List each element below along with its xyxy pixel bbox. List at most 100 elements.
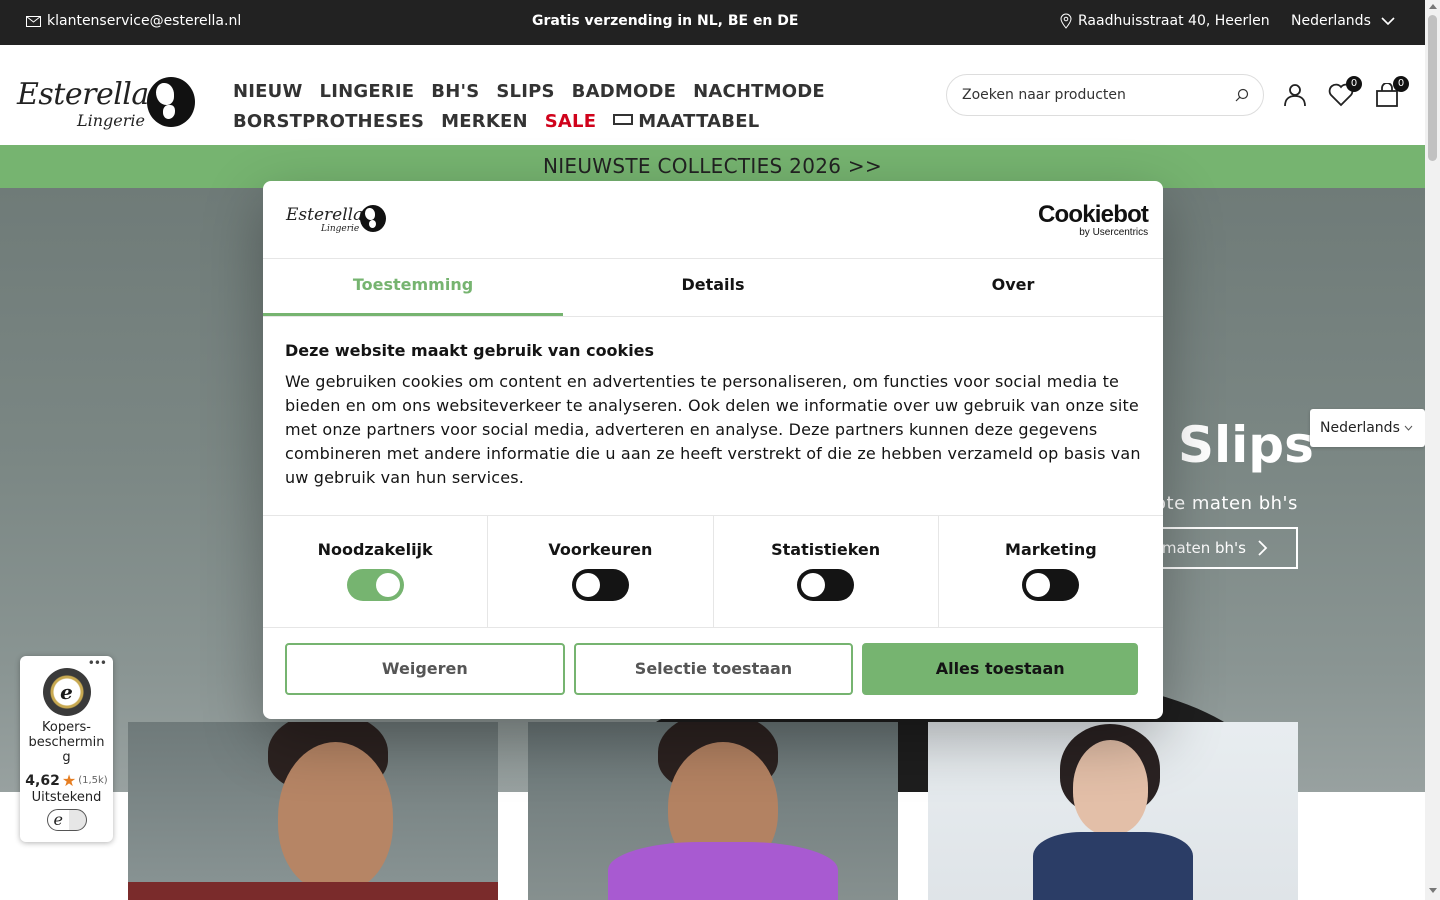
toggle-statistieken[interactable] xyxy=(797,569,855,601)
tab-details[interactable]: Details xyxy=(563,259,863,316)
dialog-brand-logo: Esterella Lingerie xyxy=(286,205,396,235)
scroll-up-arrow-icon[interactable] xyxy=(1429,4,1437,9)
product-tile-1[interactable] xyxy=(128,722,498,900)
nav-item-merken[interactable]: MERKEN xyxy=(441,111,528,132)
main-nav: NIEUW LINGERIE BH'S SLIPS BADMODE NACHTM… xyxy=(233,76,825,136)
model-face xyxy=(1073,740,1148,835)
dialog-header: Esterella Lingerie Cookiebot by Usercent… xyxy=(263,181,1163,259)
language-selector[interactable]: Nederlands xyxy=(1291,13,1395,29)
product-tile-3[interactable] xyxy=(928,722,1298,900)
product-tile-2[interactable] xyxy=(528,722,898,900)
scrollbar-thumb[interactable] xyxy=(1428,15,1437,161)
page-scrollbar[interactable] xyxy=(1425,0,1440,900)
category-voorkeuren: Voorkeuren xyxy=(488,516,714,627)
trusted-shops-badge[interactable]: ••• e Kopers- beschermin g 4,62 ★ (1,5k)… xyxy=(20,656,113,842)
search-box xyxy=(946,74,1264,116)
dialog-heading: Deze website maakt gebruik van cookies xyxy=(285,341,655,360)
nav-item-badmode[interactable]: BADMODE xyxy=(572,81,676,102)
toggle-noodzakelijk[interactable] xyxy=(346,569,404,601)
garment-strap xyxy=(128,882,498,900)
more-options-icon[interactable]: ••• xyxy=(88,656,107,670)
pill-letter: e xyxy=(53,810,63,829)
garment-purple xyxy=(608,842,838,900)
toggle-knob xyxy=(801,573,826,597)
tab-over[interactable]: Over xyxy=(863,259,1163,316)
address-text: Raadhuisstraat 40, Heerlen xyxy=(1078,13,1270,29)
category-marketing: Marketing xyxy=(939,516,1163,627)
nav-item-maattabel[interactable]: MAATTABEL xyxy=(613,111,759,132)
nav-item-nachtmode[interactable]: NACHTMODE xyxy=(693,81,825,102)
mail-icon xyxy=(26,15,41,27)
dialog-description: We gebruiken cookies om content en adver… xyxy=(285,372,1141,487)
chevron-down-icon xyxy=(1404,425,1413,431)
nav-item-sale[interactable]: SALE xyxy=(545,111,596,132)
account-button[interactable] xyxy=(1283,83,1309,109)
cookie-consent-dialog: Esterella Lingerie Cookiebot by Usercent… xyxy=(263,181,1163,719)
hero-cta-button[interactable]: e maten bh's xyxy=(1140,527,1298,569)
ruler-icon xyxy=(613,114,634,125)
site-logo[interactable]: Esterella Lingerie xyxy=(17,77,197,133)
toggle-marketing[interactable] xyxy=(1022,569,1080,601)
wishlist-button[interactable]: 0 xyxy=(1328,76,1362,109)
email-link[interactable]: klantenservice@esterella.nl xyxy=(26,13,241,29)
hero-subtitle: ote maten bh's xyxy=(1155,493,1298,514)
site-header: Esterella Lingerie NIEUW LINGERIE BH'S S… xyxy=(0,45,1425,145)
nav-item-borstprotheses[interactable]: BORSTPROTHESES xyxy=(233,111,424,132)
nav-item-slips[interactable]: SLIPS xyxy=(496,81,554,102)
buyer-protection-label-3: g xyxy=(62,750,71,765)
tab-toestemming[interactable]: Toestemming xyxy=(263,259,563,316)
seal-letter: e xyxy=(60,680,73,704)
garment-navy xyxy=(1033,832,1193,900)
reject-button[interactable]: Weigeren xyxy=(285,643,565,695)
logo-word: Esterella xyxy=(17,77,149,112)
category-label: Voorkeuren xyxy=(548,540,653,559)
trusted-shops-seal-icon: e xyxy=(42,668,91,716)
nav-item-bhs[interactable]: BH'S xyxy=(431,81,479,102)
allow-all-button[interactable]: Alles toestaan xyxy=(862,643,1139,695)
dialog-body: Deze website maakt gebruik van cookies W… xyxy=(263,317,1163,515)
logo-globe-icon xyxy=(147,77,195,127)
trusted-shops-logo-icon: e xyxy=(46,809,87,831)
category-label: Marketing xyxy=(1005,540,1097,559)
logo-sub: Lingerie xyxy=(77,111,145,130)
scroll-down-arrow-icon[interactable] xyxy=(1429,888,1437,893)
category-noodzakelijk: Noodzakelijk xyxy=(263,516,489,627)
dialog-logo-sub: Lingerie xyxy=(321,224,360,234)
cart-button[interactable]: 0 xyxy=(1375,76,1409,109)
cookiebot-logo-sub: by Usercentrics xyxy=(1079,227,1149,238)
shipping-notice: Gratis verzending in NL, BE en DE xyxy=(532,13,799,29)
search-input[interactable] xyxy=(962,87,1235,103)
top-bar: klantenservice@esterella.nl Gratis verze… xyxy=(0,0,1425,45)
dialog-logo-globe-icon xyxy=(360,205,386,232)
nav-item-lingerie[interactable]: LINGERIE xyxy=(320,81,415,102)
category-label: Statistieken xyxy=(771,540,881,559)
email-text: klantenservice@esterella.nl xyxy=(47,13,242,29)
consent-categories: Noodzakelijk Voorkeuren Statistieken Mar… xyxy=(263,515,1163,628)
buyer-protection-label-1: Kopers- xyxy=(42,720,91,735)
dialog-tabs: Toestemming Details Over xyxy=(263,259,1163,317)
buyer-protection-label-2: beschermin xyxy=(28,735,105,750)
category-statistieken: Statistieken xyxy=(714,516,939,627)
language-switcher-label: Nederlands xyxy=(1320,420,1400,436)
chevron-down-icon xyxy=(1381,17,1395,25)
search-icon[interactable] xyxy=(1235,88,1249,102)
toggle-knob xyxy=(1026,573,1051,597)
language-label: Nederlands xyxy=(1291,13,1371,29)
toggle-voorkeuren[interactable] xyxy=(571,569,629,601)
rating-score: 4,62 xyxy=(25,772,60,789)
chevron-right-icon xyxy=(1258,540,1268,556)
nav-item-maattabel-label: MAATTABEL xyxy=(638,110,760,132)
toggle-knob xyxy=(375,573,400,597)
hero-title: Slips xyxy=(1178,416,1314,474)
allow-selection-button[interactable]: Selectie toestaan xyxy=(573,643,854,695)
language-switcher-floating[interactable]: Nederlands xyxy=(1310,409,1425,447)
cookiebot-logo[interactable]: Cookiebot by Usercentrics xyxy=(1038,203,1149,239)
toggle-knob xyxy=(575,573,600,597)
model-face xyxy=(278,742,393,892)
rating-row: 4,62 ★ (1,5k) xyxy=(20,771,113,790)
wishlist-count-badge: 0 xyxy=(1346,76,1362,92)
rating-count: (1,5k) xyxy=(78,775,108,786)
nav-item-nieuw[interactable]: NIEUW xyxy=(233,81,303,102)
store-address[interactable]: Raadhuisstraat 40, Heerlen xyxy=(1060,13,1270,29)
rating-verdict: Uitstekend xyxy=(31,790,102,805)
